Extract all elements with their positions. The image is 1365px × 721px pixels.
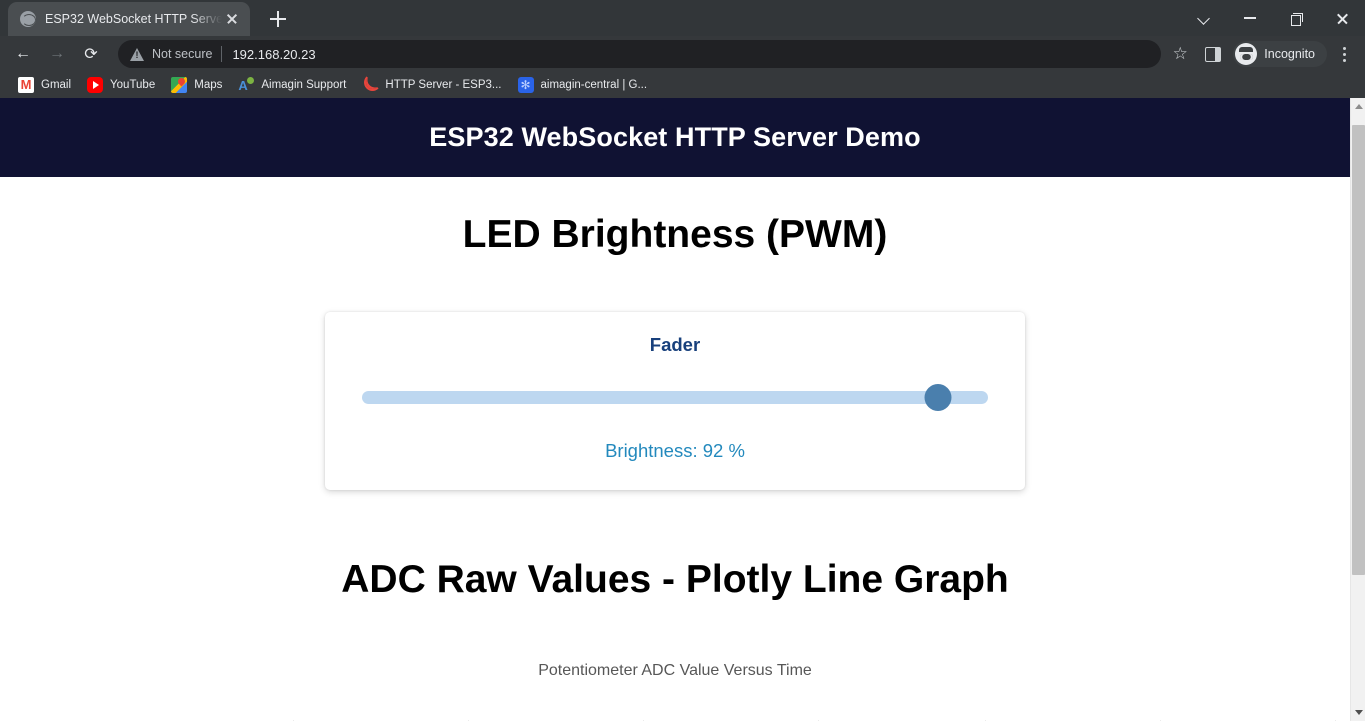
page-scrollbar[interactable] xyxy=(1350,98,1365,721)
bookmark-aimagin-support[interactable]: Aimagin Support xyxy=(230,74,354,96)
bookmark-label: Gmail xyxy=(41,79,72,91)
bookmark-label: aimagin-central | G... xyxy=(540,79,648,91)
maximize-button[interactable] xyxy=(1273,0,1319,36)
bookmark-aimagin-central[interactable]: aimagin-central | G... xyxy=(510,74,656,96)
toolbar-right: ☆ Incognito xyxy=(1167,41,1357,67)
minimize-button[interactable] xyxy=(1227,0,1273,36)
web-page: ESP32 WebSocket HTTP Server Demo LED Bri… xyxy=(0,98,1350,721)
close-window-button[interactable] xyxy=(1319,0,1365,36)
led-section-heading: LED Brightness (PWM) xyxy=(462,213,888,256)
brightness-slider[interactable] xyxy=(362,384,988,411)
forward-button[interactable]: → xyxy=(42,39,72,69)
globe-icon xyxy=(20,11,36,27)
close-icon xyxy=(1336,12,1349,25)
browser-toolbar: ← → ⟳ Not secure 192.168.20.23 ☆ Incogni… xyxy=(0,36,1365,72)
fader-card-title: Fader xyxy=(649,334,701,355)
incognito-label: Incognito xyxy=(1264,47,1315,61)
rss-icon xyxy=(362,74,382,93)
incognito-icon xyxy=(1235,43,1258,65)
site-header: ESP32 WebSocket HTTP Server Demo xyxy=(0,98,1350,177)
plotly-chart[interactable]: Potentiometer ADC Value Versus Time xyxy=(0,662,1350,721)
aimagin-icon xyxy=(238,77,255,93)
blue-app-icon xyxy=(517,77,534,93)
scroll-up-icon[interactable] xyxy=(1351,98,1365,115)
bookmark-http-server[interactable]: HTTP Server - ESP3... xyxy=(354,74,509,96)
tab-search-button[interactable] xyxy=(1181,0,1227,36)
bookmark-label: Maps xyxy=(194,79,223,91)
incognito-profile-button[interactable]: Incognito xyxy=(1233,41,1327,67)
new-tab-button[interactable] xyxy=(264,5,292,33)
chart-title: Potentiometer ADC Value Versus Time xyxy=(538,662,812,679)
side-panel-icon[interactable] xyxy=(1205,46,1222,62)
slider-thumb[interactable] xyxy=(924,384,952,411)
chart-section-heading: ADC Raw Values - Plotly Line Graph xyxy=(341,558,1009,601)
bookmark-maps[interactable]: Maps xyxy=(163,74,230,96)
chevron-down-icon xyxy=(1199,13,1210,24)
scroll-down-icon[interactable] xyxy=(1351,704,1365,721)
gmail-icon xyxy=(18,77,34,93)
warning-icon xyxy=(130,47,144,61)
page-viewport: ESP32 WebSocket HTTP Server Demo LED Bri… xyxy=(0,98,1365,721)
scrollbar-thumb[interactable] xyxy=(1352,125,1365,575)
close-icon[interactable] xyxy=(222,9,242,29)
reload-button[interactable]: ⟳ xyxy=(76,39,106,69)
browser-tab[interactable]: ESP32 WebSocket HTTP Server D xyxy=(8,2,250,36)
minimize-icon xyxy=(1244,17,1256,19)
menu-icon[interactable] xyxy=(1331,41,1357,67)
bookmark-youtube[interactable]: YouTube xyxy=(79,74,163,96)
slider-track[interactable] xyxy=(362,391,988,404)
bookmark-label: HTTP Server - ESP3... xyxy=(385,79,502,91)
address-bar[interactable]: Not secure 192.168.20.23 xyxy=(118,40,1162,68)
bookmark-star-icon[interactable]: ☆ xyxy=(1167,41,1193,67)
bookmark-gmail[interactable]: Gmail xyxy=(10,74,79,96)
bookmark-label: YouTube xyxy=(110,79,156,91)
security-status: Not secure xyxy=(152,47,213,61)
tab-title: ESP32 WebSocket HTTP Server D xyxy=(45,12,222,26)
youtube-icon xyxy=(87,77,104,93)
fader-card: Fader Brightness: 92 % xyxy=(325,312,1025,490)
tab-strip: ESP32 WebSocket HTTP Server D xyxy=(0,0,1365,36)
maximize-icon xyxy=(1290,12,1303,26)
browser-window: ESP32 WebSocket HTTP Server D ← → ⟳ Not … xyxy=(0,0,1365,721)
page-title: ESP32 WebSocket HTTP Server Demo xyxy=(429,122,921,152)
bookmark-label: Aimagin Support xyxy=(261,79,347,91)
url-text: 192.168.20.23 xyxy=(232,46,316,62)
google-maps-icon xyxy=(171,77,188,93)
back-button[interactable]: ← xyxy=(8,39,38,69)
window-controls xyxy=(1181,0,1365,36)
brightness-value-label: Brightness: 92 % xyxy=(605,440,745,461)
divider xyxy=(221,46,223,62)
bookmarks-bar: Gmail YouTube Maps Aimagin Support HTTP … xyxy=(0,72,1365,98)
